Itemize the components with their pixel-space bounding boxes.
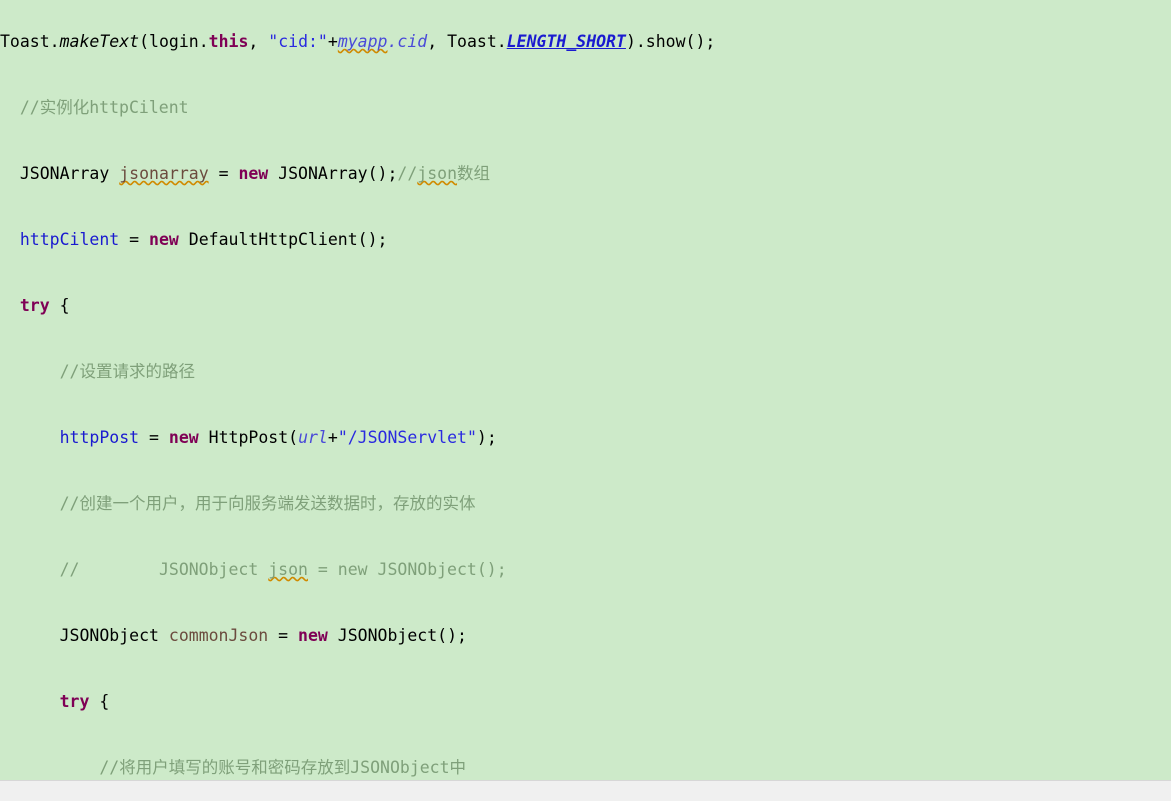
editor-bottom-bar <box>0 780 1171 801</box>
code-line: JSONObject commonJson = new JSONObject()… <box>59 626 467 645</box>
code-line: JSONArray jsonarray = new JSONArray();//… <box>19 164 491 183</box>
code-line: // JSONObject json = new JSONObject(); <box>59 560 507 579</box>
code-line: try { <box>59 692 110 711</box>
code-line: //设置请求的路径 <box>59 362 195 381</box>
code-line: Toast.makeText(login.this, "cid:"+myapp.… <box>0 32 716 51</box>
code-line: //将用户填写的账号和密码存放到JSONObject中 <box>99 758 467 777</box>
code-line: httpCilent = new DefaultHttpClient(); <box>19 230 388 249</box>
code-line: try { <box>19 296 70 315</box>
code-editor-pane[interactable]: Toast.makeText(login.this, "cid:"+myapp.… <box>0 0 1171 780</box>
code-line: //创建一个用户，用于向服务端发送数据时，存放的实体 <box>59 494 476 513</box>
source-code-text[interactable]: Toast.makeText(login.this, "cid:"+myapp.… <box>0 0 1171 780</box>
code-line: //实例化httpCilent <box>19 98 189 117</box>
code-editor-screen: Toast.makeText(login.this, "cid:"+myapp.… <box>0 0 1171 801</box>
code-line: httpPost = new HttpPost(url+"/JSONServle… <box>59 428 497 447</box>
